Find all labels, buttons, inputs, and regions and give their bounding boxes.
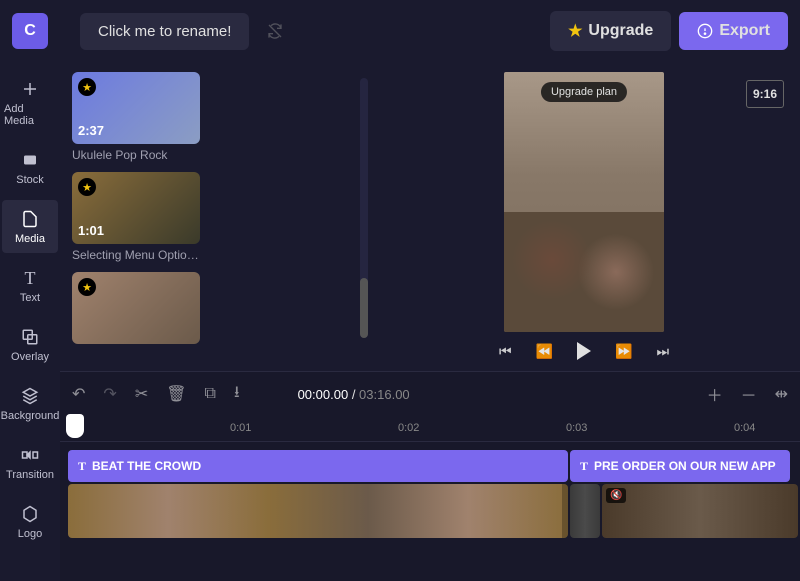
media-duration: 1:01 <box>78 223 104 238</box>
export-label: Export <box>719 22 770 40</box>
media-thumbnail[interactable]: ★ 1:01 <box>72 172 200 244</box>
sidebar-item-media[interactable]: Media <box>2 200 58 253</box>
stock-icon <box>19 149 41 171</box>
favorite-star-icon[interactable]: ★ <box>78 278 96 296</box>
sidebar-item-background[interactable]: Background <box>2 377 58 430</box>
sidebar-item-add-media[interactable]: Add Media <box>2 70 58 135</box>
download-clip-button[interactable]: ⭳ <box>234 381 240 408</box>
split-button[interactable]: ✂ <box>135 384 148 404</box>
zoom-out-button[interactable]: － <box>741 382 757 406</box>
rewind-button[interactable]: ⏪ <box>536 343 553 360</box>
text-icon: T <box>19 267 41 289</box>
zoom-in-button[interactable]: ＋ <box>707 382 723 406</box>
preview-canvas[interactable]: Upgrade plan <box>504 72 664 332</box>
media-library-panel: ★ 2:37 Ukulele Pop Rock ★ 1:01 Selecting… <box>60 62 360 371</box>
media-thumbnail[interactable]: ★ 2:37 <box>72 72 200 144</box>
video-clip[interactable]: 🔇 <box>602 484 798 538</box>
media-item[interactable]: ★ 1:01 Selecting Menu Options ... <box>72 172 348 262</box>
sidebar-label: Overlay <box>11 351 49 363</box>
timeline-toolbar: ↶ ↷ ✂ 🗑 ⧉ ⭳ 00:00.00 / 03:16.00 ＋ － ⇹ <box>60 372 800 416</box>
ruler-mark: 0:03 <box>566 422 587 434</box>
sidebar-label: Text <box>20 292 40 304</box>
video-track: 🔇 <box>60 484 800 538</box>
logo-nav-icon <box>19 503 41 525</box>
media-duration: 2:37 <box>78 123 104 138</box>
text-clip[interactable]: T BEAT THE CROWD <box>68 450 568 482</box>
forward-button[interactable]: ⏩ <box>615 343 632 360</box>
text-clip-icon: T <box>78 459 86 474</box>
media-item-label: Ukulele Pop Rock <box>72 148 200 162</box>
transition-icon <box>19 444 41 466</box>
sidebar-label: Transition <box>6 469 54 481</box>
text-clip[interactable]: T PRE ORDER ON OUR NEW APP <box>570 450 790 482</box>
sidebar-item-overlay[interactable]: Overlay <box>2 318 58 371</box>
playhead-handle[interactable] <box>66 414 84 438</box>
scrollbar-thumb[interactable] <box>360 278 368 338</box>
export-button[interactable]: Export <box>679 12 788 50</box>
delete-button[interactable]: 🗑 <box>166 384 186 404</box>
export-icon <box>697 23 713 39</box>
mute-icon[interactable]: 🔇 <box>606 488 626 503</box>
layers-icon <box>19 385 41 407</box>
ruler-mark: 0:01 <box>230 422 251 434</box>
media-scrollbar[interactable] <box>360 78 368 338</box>
video-clip[interactable] <box>68 484 568 538</box>
skip-end-button[interactable]: ⏭ <box>656 343 669 360</box>
timeline-panel: ↶ ↷ ✂ 🗑 ⧉ ⭳ 00:00.00 / 03:16.00 ＋ － ⇹ 0:… <box>60 371 800 581</box>
plus-icon <box>19 78 41 100</box>
sidebar-label: Logo <box>18 528 42 540</box>
project-title-input[interactable]: Click me to rename! <box>80 13 249 50</box>
sidebar-item-text[interactable]: T Text <box>2 259 58 312</box>
favorite-star-icon[interactable]: ★ <box>78 178 96 196</box>
timeline-ruler[interactable]: 0:01 0:02 0:03 0:04 <box>60 416 800 442</box>
overlay-icon <box>19 326 41 348</box>
top-bar: C Click me to rename! ★ Upgrade Export <box>0 0 800 62</box>
media-item[interactable]: ★ <box>72 272 348 344</box>
timeline-tracks[interactable]: T BEAT THE CROWD T PRE ORDER ON OUR NEW … <box>60 442 800 581</box>
ruler-mark: 0:02 <box>398 422 419 434</box>
duplicate-button[interactable]: ⧉ <box>205 385 216 403</box>
media-icon <box>19 208 41 230</box>
media-item[interactable]: ★ 2:37 Ukulele Pop Rock <box>72 72 348 162</box>
favorite-star-icon[interactable]: ★ <box>78 78 96 96</box>
text-clip-icon: T <box>580 459 588 474</box>
media-item-label: Selecting Menu Options ... <box>72 248 200 262</box>
redo-button[interactable]: ↷ <box>103 384 116 404</box>
star-icon: ★ <box>568 21 582 41</box>
text-clip-label: BEAT THE CROWD <box>92 459 201 473</box>
sidebar-label: Add Media <box>4 103 56 127</box>
skip-start-button[interactable]: ⏮ <box>499 343 512 360</box>
fit-timeline-button[interactable]: ⇹ <box>775 384 788 404</box>
sync-off-icon[interactable] <box>257 23 293 39</box>
upgrade-button[interactable]: ★ Upgrade <box>550 11 671 51</box>
clip-handle-right[interactable] <box>562 484 568 538</box>
sidebar-item-logo[interactable]: Logo <box>2 495 58 548</box>
sidebar-item-transition[interactable]: Transition <box>2 436 58 489</box>
player-controls: ⏮ ⏪ ⏩ ⏭ <box>499 342 669 360</box>
ruler-mark: 0:04 <box>734 422 755 434</box>
preview-area: 9:16 Upgrade plan ⏮ ⏪ ⏩ ⏭ <box>368 62 800 371</box>
preview-overlay-label: Upgrade plan <box>541 82 627 102</box>
undo-button[interactable]: ↶ <box>72 384 85 404</box>
sidebar-label: Media <box>15 233 45 245</box>
play-button[interactable] <box>577 342 591 360</box>
upgrade-label: Upgrade <box>588 22 653 40</box>
aspect-ratio-button[interactable]: 9:16 <box>746 80 784 108</box>
spacer-clip[interactable] <box>570 484 600 538</box>
text-track: T BEAT THE CROWD T PRE ORDER ON OUR NEW … <box>60 450 800 482</box>
sidebar-label: Background <box>1 410 60 422</box>
sidebar-label: Stock <box>16 174 44 186</box>
left-sidebar: Add Media Stock Media T Text Overlay Bac… <box>0 62 60 581</box>
text-clip-label: PRE ORDER ON OUR NEW APP <box>594 459 776 473</box>
app-logo[interactable]: C <box>12 13 48 49</box>
media-thumbnail[interactable]: ★ <box>72 272 200 344</box>
timeline-time-display: 00:00.00 / 03:16.00 <box>298 387 410 402</box>
sidebar-item-stock[interactable]: Stock <box>2 141 58 194</box>
